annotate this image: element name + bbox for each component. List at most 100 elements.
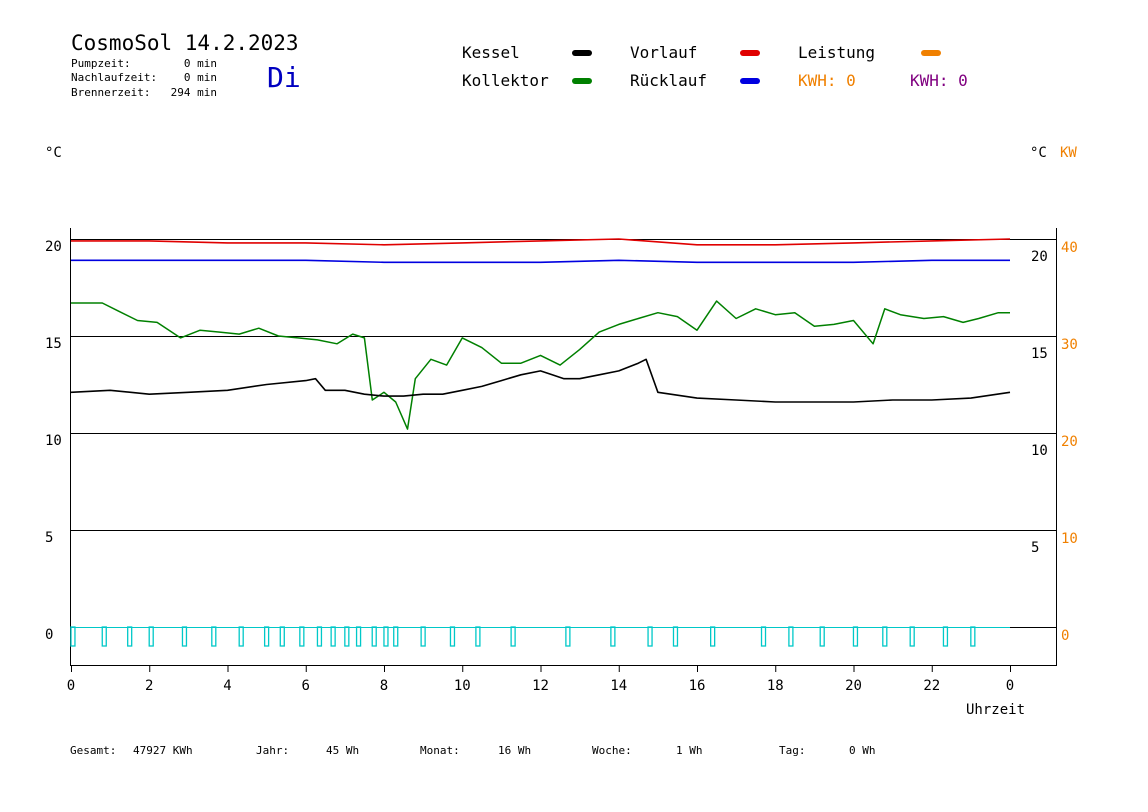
chart-title: CosmoSol 14.2.2023: [71, 31, 299, 55]
pump-pulse: [647, 626, 653, 647]
footer-label: Tag:: [779, 744, 806, 757]
x-tick-label: 18: [767, 678, 784, 694]
pump-pulse: [760, 626, 767, 647]
series-line-kollektor: [71, 300, 1010, 430]
pump-pulse: [909, 626, 915, 647]
left-unit: °C: [45, 145, 62, 161]
legend: Kessel Vorlauf Leistung Kollektor Rückla…: [462, 43, 968, 90]
pump-pulse: [263, 626, 270, 647]
pump-pulse: [710, 626, 716, 647]
legend-swatch: [921, 50, 941, 56]
footer-value: 16 Wh: [498, 744, 531, 757]
y-tick-label: 10: [45, 433, 62, 449]
pump-pulse: [449, 626, 456, 647]
x-tick-label: 10: [454, 678, 471, 694]
y-tick-label: 20: [45, 239, 62, 255]
stat-value: 0 min: [184, 71, 217, 84]
right-tick-label: 10: [1031, 443, 1048, 459]
legend-swatch: [572, 78, 592, 84]
kw-tick-label: 10: [1061, 531, 1078, 547]
x-tick-label: 20: [845, 678, 862, 694]
pump-pulse: [344, 626, 350, 647]
pump-pulse: [788, 626, 794, 647]
kwh-purple: KWH: 0: [910, 71, 968, 90]
kw-tick-label: 20: [1061, 434, 1078, 450]
x-tick-label: 12: [532, 678, 549, 694]
footer-label: Gesamt:: [70, 744, 116, 757]
x-tick-label: 8: [380, 678, 388, 694]
pump-pulse: [393, 626, 399, 647]
pump-pulse: [355, 626, 362, 647]
pump-pulse: [181, 626, 188, 647]
pump-pulse: [942, 626, 949, 647]
legend-label: Kessel: [462, 43, 520, 62]
x-axis-label: Uhrzeit: [966, 702, 1025, 718]
legend-label: Kollektor: [462, 71, 549, 90]
legend-swatch: [740, 50, 760, 56]
pump-pulse: [148, 626, 154, 647]
series-layer: [70, 238, 1011, 430]
pump-pulse: [383, 626, 389, 647]
series-line-kessel: [70, 358, 1011, 403]
pump-pulse: [127, 626, 133, 647]
pump-pulse: [211, 626, 217, 647]
right-tick-label: 15: [1031, 346, 1048, 362]
footer-label: Jahr:: [256, 744, 289, 757]
legend-swatch: [572, 50, 592, 56]
kw-tick-label: 30: [1061, 337, 1078, 353]
x-tick-label: 0: [67, 678, 75, 694]
day-label: Di: [267, 61, 301, 94]
pump-pulses: [70, 626, 1010, 647]
header-stats: Pumpzeit: 0 min Nachlaufzeit: 0 min Bren…: [71, 57, 217, 99]
pump-pulse: [316, 626, 323, 647]
pump-pulse: [101, 626, 107, 647]
pump-pulse: [330, 626, 336, 647]
y-tick-label: 15: [45, 336, 62, 352]
footer: Gesamt: 47927 KWh Jahr: 45 Wh Monat: 16 …: [70, 744, 876, 757]
pump-pulse: [420, 626, 426, 647]
x-tick-label: 16: [689, 678, 706, 694]
series-line-rücklauf: [71, 259, 1010, 264]
x-tick-label: 0: [1006, 678, 1014, 694]
pump-pulse: [70, 626, 76, 647]
right-unit-kw: KW: [1060, 145, 1077, 161]
footer-value: 45 Wh: [326, 744, 359, 757]
legend-label: Leistung: [798, 43, 875, 62]
stat-value: 294 min: [171, 86, 217, 99]
chart-svg: CosmoSol 14.2.2023 Di Pumpzeit: 0 min Na…: [45, 31, 1078, 757]
axis-ticks: 0 5 10 15 20 5 10 15 20 0 10 20 30 40 0 2 4 6 8 10 12 14 16 18 2…: [45, 239, 1078, 694]
kwh-orange: KWH: 0: [798, 71, 856, 90]
pump-pulse: [238, 626, 244, 647]
pump-pulse: [672, 626, 679, 647]
x-tick-label: 4: [223, 678, 231, 694]
kw-tick-label: 40: [1061, 240, 1078, 256]
footer-label: Woche:: [592, 744, 632, 757]
grid-lines: [70, 239, 1057, 628]
legend-label: Rücklauf: [630, 71, 707, 90]
x-tick-label: 14: [610, 678, 627, 694]
pump-pulse: [510, 626, 516, 647]
pump-pulse: [279, 626, 285, 647]
footer-value: 0 Wh: [849, 744, 876, 757]
right-tick-label: 20: [1031, 249, 1048, 265]
plot-frame: [70, 228, 1057, 666]
footer-value: 1 Wh: [676, 744, 703, 757]
stat-value: 0 min: [184, 57, 217, 70]
right-tick-label: 5: [1031, 540, 1039, 556]
kw-tick-label: 0: [1061, 628, 1069, 644]
legend-label: Vorlauf: [630, 43, 697, 62]
pump-pulse: [371, 626, 377, 647]
stat-label: Brennerzeit:: [71, 86, 150, 99]
pump-pulse: [299, 626, 305, 647]
pump-pulse: [475, 626, 481, 647]
footer-value: 47927 KWh: [133, 744, 193, 757]
pump-pulse: [852, 626, 859, 647]
pump-pulse: [610, 626, 616, 647]
legend-swatch: [740, 78, 760, 84]
x-tick-label: 6: [302, 678, 310, 694]
pump-pulse: [882, 626, 888, 647]
pump-pulse: [970, 626, 976, 647]
y-tick-label: 5: [45, 530, 53, 546]
stat-label: Nachlaufzeit:: [71, 71, 157, 84]
right-unit: °C: [1030, 145, 1047, 161]
